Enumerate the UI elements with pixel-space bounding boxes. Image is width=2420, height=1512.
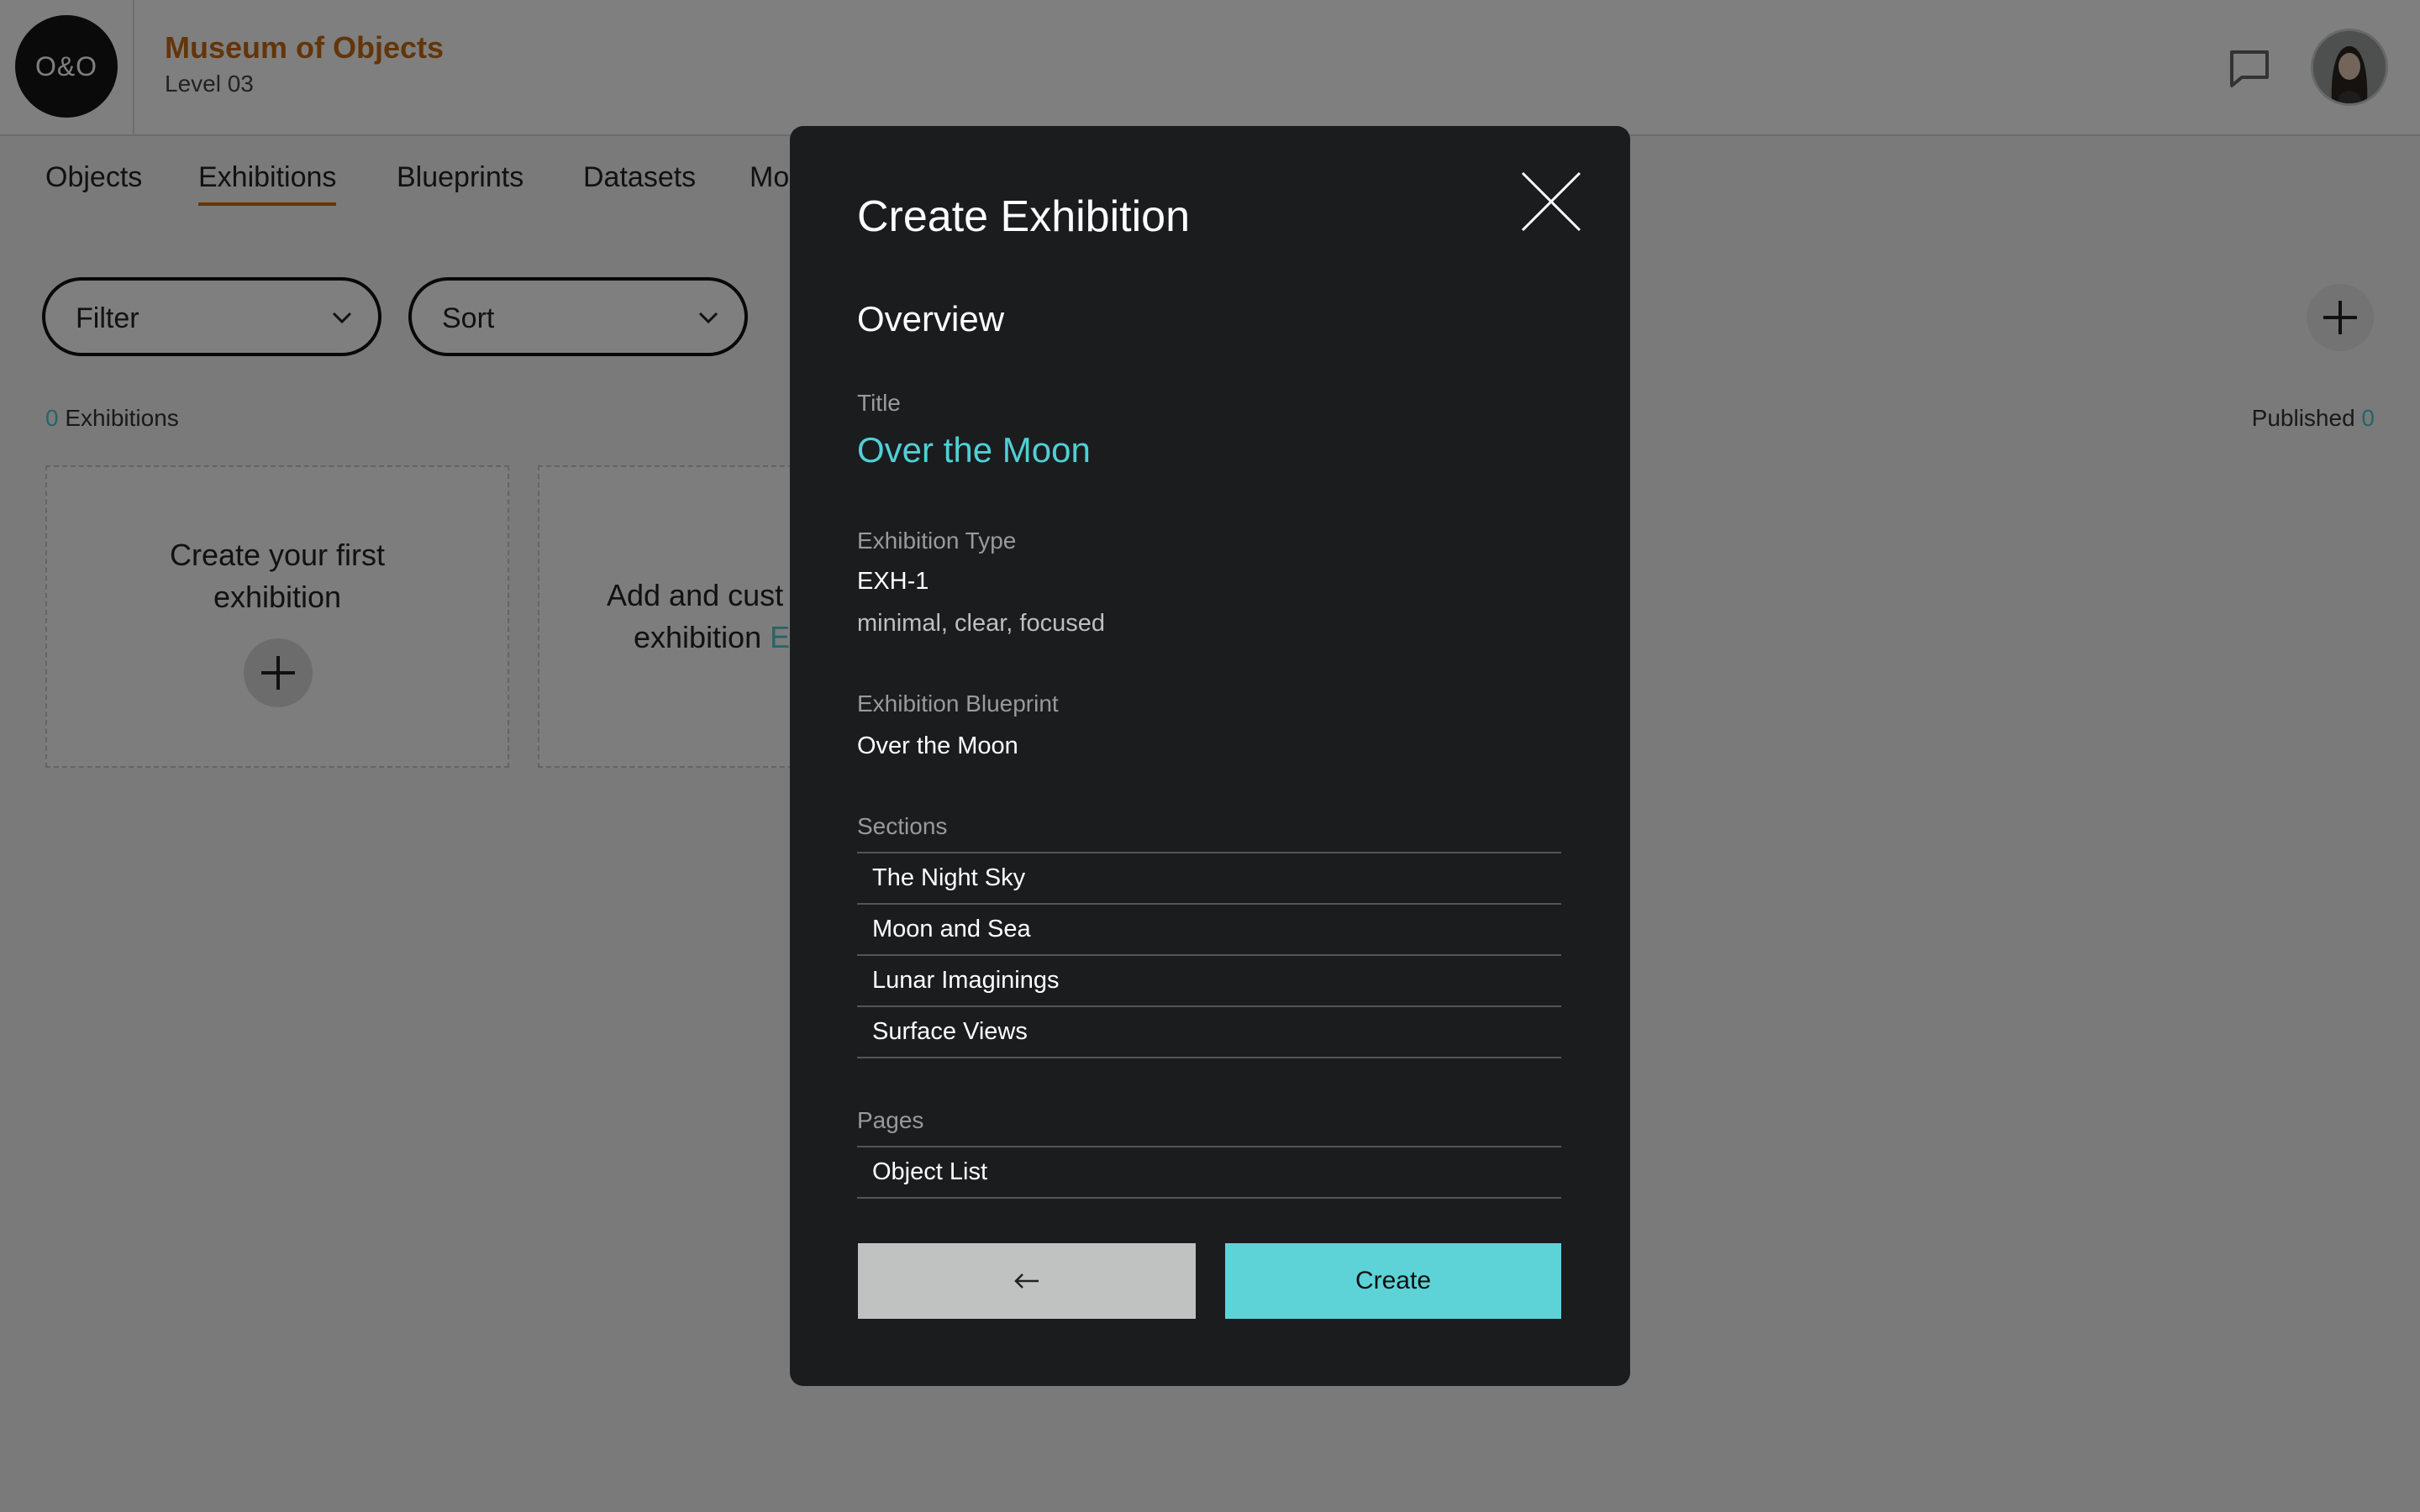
create-exhibition-modal: Create Exhibition Overview Title Over th… — [790, 126, 1630, 1386]
exhibition-type-label: Exhibition Type — [857, 528, 1017, 554]
blueprint-label: Exhibition Blueprint — [857, 690, 1059, 717]
pages-list: Object List — [857, 1146, 1561, 1199]
arrow-left-icon — [1014, 1273, 1039, 1289]
close-icon[interactable] — [1519, 170, 1583, 234]
list-item: Object List — [857, 1147, 1561, 1199]
exhibition-type-value: EXH-1 — [857, 568, 929, 595]
exhibitions-page: O&O Museum of Objects Level 03 Objects E… — [0, 0, 2420, 1512]
pages-label: Pages — [857, 1107, 924, 1133]
overview-heading: Overview — [857, 299, 1005, 339]
title-value: Over the Moon — [857, 430, 1091, 470]
create-button[interactable]: Create — [1225, 1243, 1561, 1319]
sections-label: Sections — [857, 813, 948, 839]
modal-title: Create Exhibition — [857, 192, 1190, 241]
list-item: Moon and Sea — [857, 905, 1561, 956]
list-item: Lunar Imaginings — [857, 956, 1561, 1007]
back-button[interactable] — [858, 1243, 1196, 1319]
list-item: Surface Views — [857, 1007, 1561, 1058]
sections-list: The Night Sky Moon and Sea Lunar Imagini… — [857, 852, 1561, 1058]
title-label: Title — [857, 390, 901, 416]
exhibition-type-description: minimal, clear, focused — [857, 610, 1105, 637]
blueprint-value: Over the Moon — [857, 732, 1018, 759]
list-item: The Night Sky — [857, 853, 1561, 905]
